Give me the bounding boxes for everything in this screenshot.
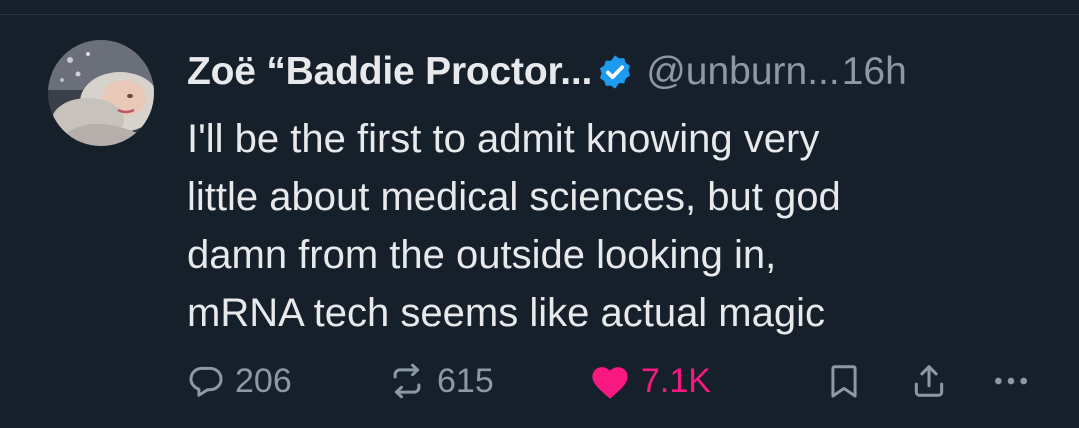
tweet-text-line: mRNA tech seems like actual magic [187, 291, 826, 335]
tweet-header: Zoë “Baddie Proctor... @unburn... 16h [187, 44, 907, 100]
like-count: 7.1K [641, 361, 711, 400]
author-handle[interactable]: @unburn... [646, 50, 840, 94]
avatar-image [48, 40, 154, 146]
retweet-count: 615 [437, 361, 494, 400]
tweet-timestamp[interactable]: 16h [842, 50, 907, 94]
tweet-actions: 206 615 7.1K [187, 356, 1037, 406]
like-button[interactable]: 7.1K [589, 356, 711, 406]
tweet-text-line: damn from the outside looking in, [187, 233, 777, 277]
share-button[interactable] [911, 356, 947, 406]
author-avatar[interactable] [48, 40, 154, 146]
bookmark-icon [827, 362, 861, 400]
verified-badge-icon [596, 53, 634, 91]
heart-icon [589, 362, 631, 400]
tweet-text: I'll be the first to admit knowing very … [187, 110, 1047, 342]
reply-icon [187, 362, 225, 400]
tweet[interactable]: Zoë “Baddie Proctor... @unburn... 16h I'… [0, 0, 1079, 428]
retweet-button[interactable]: 615 [387, 356, 494, 406]
share-icon [911, 362, 947, 400]
reply-count: 206 [235, 361, 292, 400]
reply-button[interactable]: 206 [187, 356, 292, 406]
retweet-icon [387, 362, 427, 400]
author-display-name[interactable]: Zoë “Baddie Proctor... [187, 50, 592, 94]
bookmark-button[interactable] [827, 356, 861, 406]
tweet-text-line: I'll be the first to admit knowing very [187, 117, 820, 161]
more-icon [992, 362, 1030, 400]
more-options-button[interactable] [992, 356, 1030, 406]
tweet-text-line: little about medical sciences, but god [187, 175, 841, 219]
